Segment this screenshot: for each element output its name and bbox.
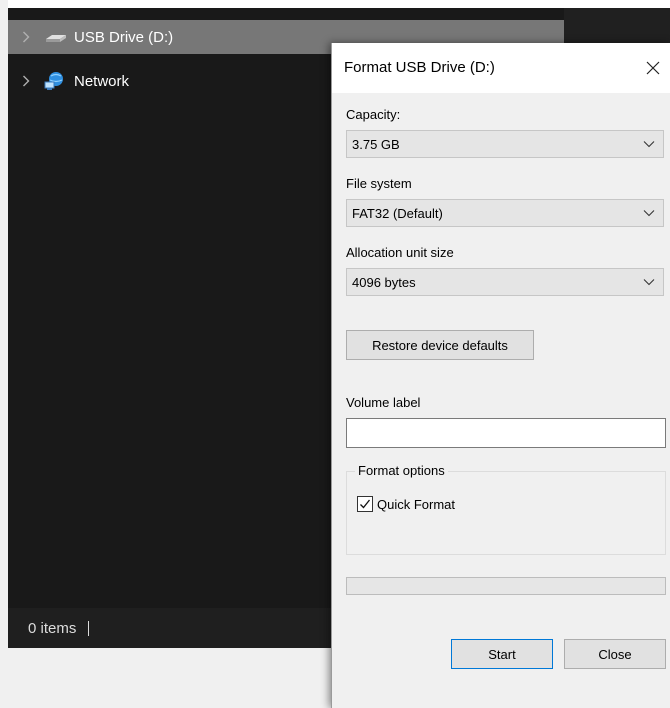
volume-label-input[interactable] xyxy=(346,418,666,448)
format-options-legend: Format options xyxy=(355,463,448,478)
close-button[interactable]: Close xyxy=(564,639,666,669)
file-system-select[interactable]: FAT32 (Default) xyxy=(346,199,664,227)
chevron-down-icon xyxy=(643,208,657,218)
quick-format-label: Quick Format xyxy=(377,496,456,512)
dialog-title: Format USB Drive (D:) xyxy=(344,59,495,76)
usb-drive-icon xyxy=(44,28,68,46)
checkbox-checked-icon[interactable] xyxy=(357,496,373,512)
format-dialog: Format USB Drive (D:) Capacity: 3.75 GB … xyxy=(331,43,670,708)
capacity-label: Capacity: xyxy=(346,107,401,122)
chevron-down-icon xyxy=(643,277,657,287)
status-divider xyxy=(88,620,90,636)
network-icon xyxy=(44,72,68,90)
capacity-value: 3.75 GB xyxy=(352,136,400,152)
allocation-unit-size-label: Allocation unit size xyxy=(346,245,454,260)
sidebar-item-label: Network xyxy=(74,72,130,90)
allocation-unit-size-value: 4096 bytes xyxy=(352,274,416,290)
sidebar-item-label: USB Drive (D:) xyxy=(74,28,174,46)
chevron-right-icon[interactable] xyxy=(20,75,32,87)
volume-label-label: Volume label xyxy=(346,395,421,410)
allocation-unit-size-select[interactable]: 4096 bytes xyxy=(346,268,664,296)
file-system-value: FAT32 (Default) xyxy=(352,205,443,221)
file-system-label: File system xyxy=(346,176,412,191)
explorer-top-strip xyxy=(8,0,670,8)
chevron-right-icon[interactable] xyxy=(20,31,32,43)
chevron-down-icon xyxy=(643,139,657,149)
format-options-group: Format options Quick Format xyxy=(346,463,666,555)
item-count: 0 items xyxy=(28,619,77,637)
start-button[interactable]: Start xyxy=(451,639,553,669)
close-icon[interactable] xyxy=(639,54,667,82)
dialog-titlebar: Format USB Drive (D:) xyxy=(332,43,670,93)
quick-format-checkbox[interactable]: Quick Format xyxy=(357,496,455,512)
capacity-select[interactable]: 3.75 GB xyxy=(346,130,664,158)
restore-device-defaults-button[interactable]: Restore device defaults xyxy=(346,330,534,360)
format-progress-bar xyxy=(346,577,666,595)
